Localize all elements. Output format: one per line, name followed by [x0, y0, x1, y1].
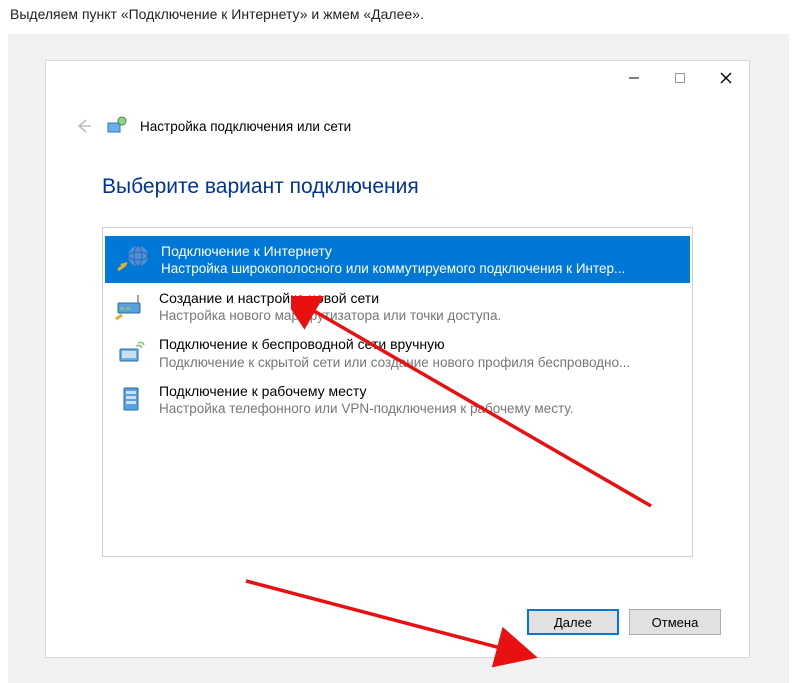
page-heading: Выберите вариант подключения	[102, 175, 693, 199]
next-button[interactable]: Далее	[527, 609, 619, 635]
router-icon	[113, 288, 149, 324]
wireless-icon	[113, 334, 149, 370]
server-icon	[113, 381, 149, 417]
option-internet-connection[interactable]: Подключение к Интернету Настройка широко…	[105, 236, 690, 283]
option-title: Подключение к Интернету	[161, 242, 680, 260]
header-row: Настройка подключения или сети	[46, 95, 749, 137]
titlebar	[46, 61, 749, 95]
option-title: Подключение к беспроводной сети вручную	[159, 335, 682, 353]
option-desc: Настройка нового маршрутизатора или точк…	[159, 307, 682, 325]
option-create-network[interactable]: Создание и настройка новой сети Настройк…	[103, 283, 692, 330]
option-desc: Настройка широкополосного или коммутируе…	[161, 260, 680, 278]
dialog-buttons: Далее Отмена	[527, 609, 721, 635]
network-wizard-icon	[106, 115, 128, 137]
option-title: Подключение к рабочему месту	[159, 382, 682, 400]
content-area: Выберите вариант подключения Подключение…	[46, 137, 749, 557]
option-wireless-manual[interactable]: Подключение к беспроводной сети вручную …	[103, 329, 692, 376]
back-button[interactable]	[72, 115, 94, 137]
instruction-text: Выделяем пункт «Подключение к Интернету»…	[0, 0, 797, 22]
option-desc: Подключение к скрытой сети или создание …	[159, 354, 682, 372]
globe-icon	[115, 241, 151, 277]
connection-options-list[interactable]: Подключение к Интернету Настройка широко…	[102, 227, 693, 557]
option-desc: Настройка телефонного или VPN-подключени…	[159, 400, 682, 418]
cancel-button[interactable]: Отмена	[629, 609, 721, 635]
option-workplace[interactable]: Подключение к рабочему месту Настройка т…	[103, 376, 692, 423]
maximize-button[interactable]	[657, 61, 703, 95]
header-title: Настройка подключения или сети	[140, 119, 351, 134]
close-button[interactable]	[703, 61, 749, 95]
dialog-window: Настройка подключения или сети Выберите …	[45, 60, 750, 658]
minimize-button[interactable]	[611, 61, 657, 95]
option-title: Создание и настройка новой сети	[159, 289, 682, 307]
annotation-arrow-2	[236, 561, 546, 671]
